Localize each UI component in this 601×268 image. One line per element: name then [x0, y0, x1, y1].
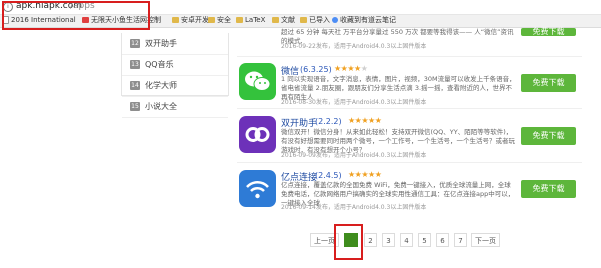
rating-stars: ★★★★★ — [348, 170, 382, 179]
download-button[interactable]: 免费下载 — [521, 180, 576, 198]
prev-page-button[interactable]: 上一页 — [310, 233, 339, 247]
browser-chrome: i apk.hiapk.com /apps 2016 International… — [0, 0, 601, 28]
page-icon — [2, 16, 9, 24]
sidebar-item-label: 化学大师 — [145, 81, 177, 90]
sidebar-item[interactable]: 13 QQ音乐 — [122, 54, 228, 76]
page-1-button[interactable]: 1 — [344, 233, 358, 247]
sidebar-item[interactable]: 15 小说大全 — [122, 96, 228, 118]
page-icon — [332, 17, 338, 23]
sidebar-item[interactable]: 12 双开助手 — [122, 33, 228, 55]
wechat-icon[interactable] — [239, 63, 276, 100]
bookmark-item[interactable]: 无限天小鱼生活网控制 — [82, 15, 161, 26]
folder-icon — [272, 17, 279, 23]
page-3-button[interactable]: 3 — [382, 233, 395, 247]
page-2-button[interactable]: 2 — [364, 233, 377, 247]
next-page-button[interactable]: 下一页 — [471, 233, 500, 247]
app-date: 2016-08-30发布，适用于Android4.0.3以上固件版本 — [281, 99, 427, 106]
bookmark-item[interactable]: 安卓开发 — [172, 15, 209, 26]
rating-stars: ★★★★★ — [348, 116, 382, 125]
page-icon — [82, 17, 89, 23]
download-button[interactable]: 免费下载 — [521, 74, 576, 92]
bookmark-item[interactable]: 文献 — [272, 15, 295, 26]
bookmark-item[interactable]: 2016 International — [2, 15, 76, 26]
sidebar: 12 双开助手 13 QQ音乐 14 化学大师 15 小说大全 — [121, 33, 229, 118]
bookmark-item[interactable]: 收藏到有道云笔记 — [332, 15, 396, 26]
rank-badge: 14 — [130, 81, 140, 90]
folder-icon — [300, 17, 307, 23]
app-date: 2016-09-09发布，适用于Android4.0.3以上固件版本 — [281, 152, 427, 159]
bookmark-item[interactable]: 安全 — [208, 15, 231, 26]
address-bar[interactable]: i apk.hiapk.com /apps — [0, 0, 601, 15]
info-icon[interactable]: i — [3, 2, 13, 12]
app-version: (2.2.2) — [315, 117, 342, 126]
rank-badge: 13 — [130, 60, 140, 69]
page-4-button[interactable]: 4 — [400, 233, 413, 247]
rank-badge: 15 — [130, 102, 140, 111]
folder-icon — [208, 17, 215, 23]
divider — [237, 162, 582, 163]
divider — [237, 56, 582, 57]
download-button[interactable]: 免费下载 — [521, 127, 576, 145]
download-button[interactable]: 免费下载 — [521, 28, 576, 36]
bookmark-item[interactable]: 已导入 — [300, 15, 330, 26]
page-7-button[interactable]: 7 — [454, 233, 467, 247]
rating-stars: ★★★★★ — [334, 64, 368, 73]
wifi-icon[interactable] — [239, 170, 276, 207]
app-date: 2016-09-14发布，适用于Android4.0.3以上固件版本 — [281, 204, 427, 211]
sidebar-item-label: 双开助手 — [145, 39, 177, 48]
page-6-button[interactable]: 6 — [436, 233, 449, 247]
dual-open-icon[interactable] — [239, 116, 276, 153]
bookmarks-bar: 2016 International 无限天小鱼生活网控制 安卓开发 安全 La… — [0, 14, 601, 27]
app-date: 2016-09-22发布，适用于Android4.0.3以上固件版本 — [281, 43, 427, 50]
app-version: (2.4.5) — [315, 171, 342, 180]
rank-badge: 12 — [130, 39, 140, 48]
sidebar-item[interactable]: 14 化学大师 — [122, 75, 228, 97]
sidebar-item-label: 小说大全 — [145, 102, 177, 111]
divider — [237, 108, 582, 109]
page-5-button[interactable]: 5 — [418, 233, 431, 247]
folder-icon — [236, 17, 243, 23]
url-path: /apps — [70, 1, 95, 11]
app-version: (6.3.25) — [300, 65, 332, 74]
bookmark-item[interactable]: LaTeX — [236, 15, 265, 26]
sidebar-item-label: QQ音乐 — [145, 60, 174, 69]
folder-icon — [172, 17, 179, 23]
